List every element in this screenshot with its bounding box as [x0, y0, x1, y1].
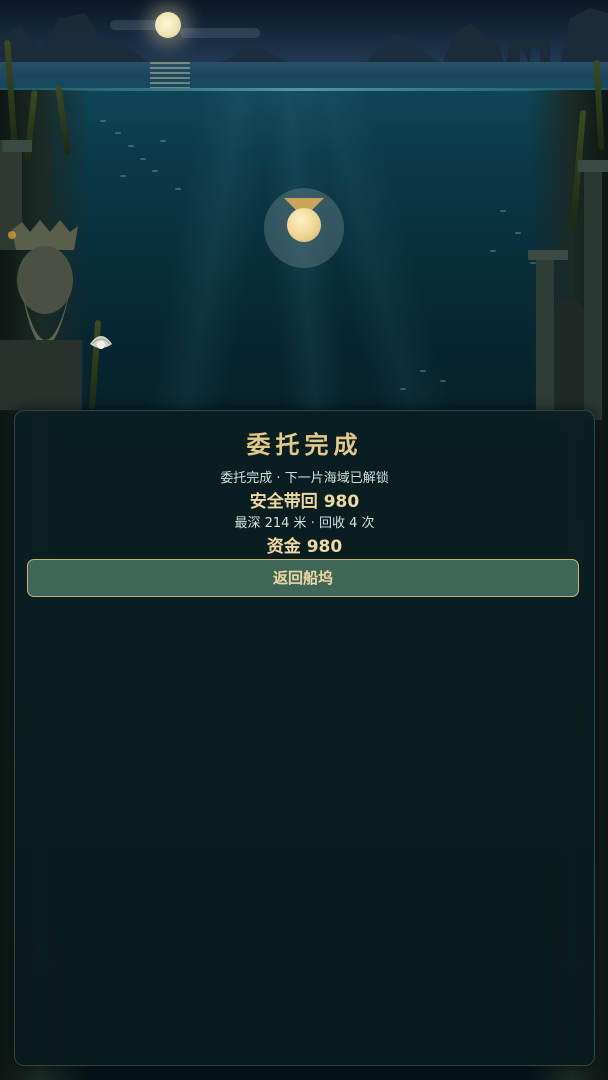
fish — [500, 210, 506, 212]
king-statue — [0, 140, 82, 410]
fish — [440, 380, 446, 382]
ruined-pillars — [528, 160, 608, 420]
fish — [140, 158, 146, 160]
medal-badge — [264, 188, 344, 268]
fish — [120, 175, 126, 177]
medal-icon — [287, 208, 321, 242]
fish — [490, 250, 496, 252]
fish — [420, 370, 426, 372]
funds-total: 资金 980 — [266, 537, 343, 557]
fish — [100, 120, 106, 122]
fish — [515, 232, 521, 234]
game-scene: 委托完成 委托完成 · 下一片海域已解锁 安全带回 980 最深 214 米 ·… — [0, 0, 608, 1080]
dive-stats: 最深 214 米 · 回收 4 次 — [234, 516, 375, 531]
safe-return-amount: 安全带回 980 — [249, 492, 360, 512]
return-to-dock-button[interactable]: 返回船坞 — [27, 559, 579, 597]
fish — [175, 188, 181, 190]
result-title: 委托完成 — [246, 430, 363, 459]
sea-surface — [0, 62, 608, 90]
result-panel: 委托完成 委托完成 · 下一片海域已解锁 安全带回 980 最深 214 米 ·… — [14, 410, 595, 1066]
result-subtitle: 委托完成 · 下一片海域已解锁 — [220, 471, 389, 486]
fish — [400, 388, 406, 390]
pearl-shell-icon — [90, 336, 112, 349]
fish — [115, 132, 121, 134]
fish — [160, 140, 166, 142]
fish — [128, 145, 134, 147]
moon-reflection — [150, 62, 190, 88]
distant-ruins — [0, 8, 608, 68]
fish — [152, 170, 158, 172]
